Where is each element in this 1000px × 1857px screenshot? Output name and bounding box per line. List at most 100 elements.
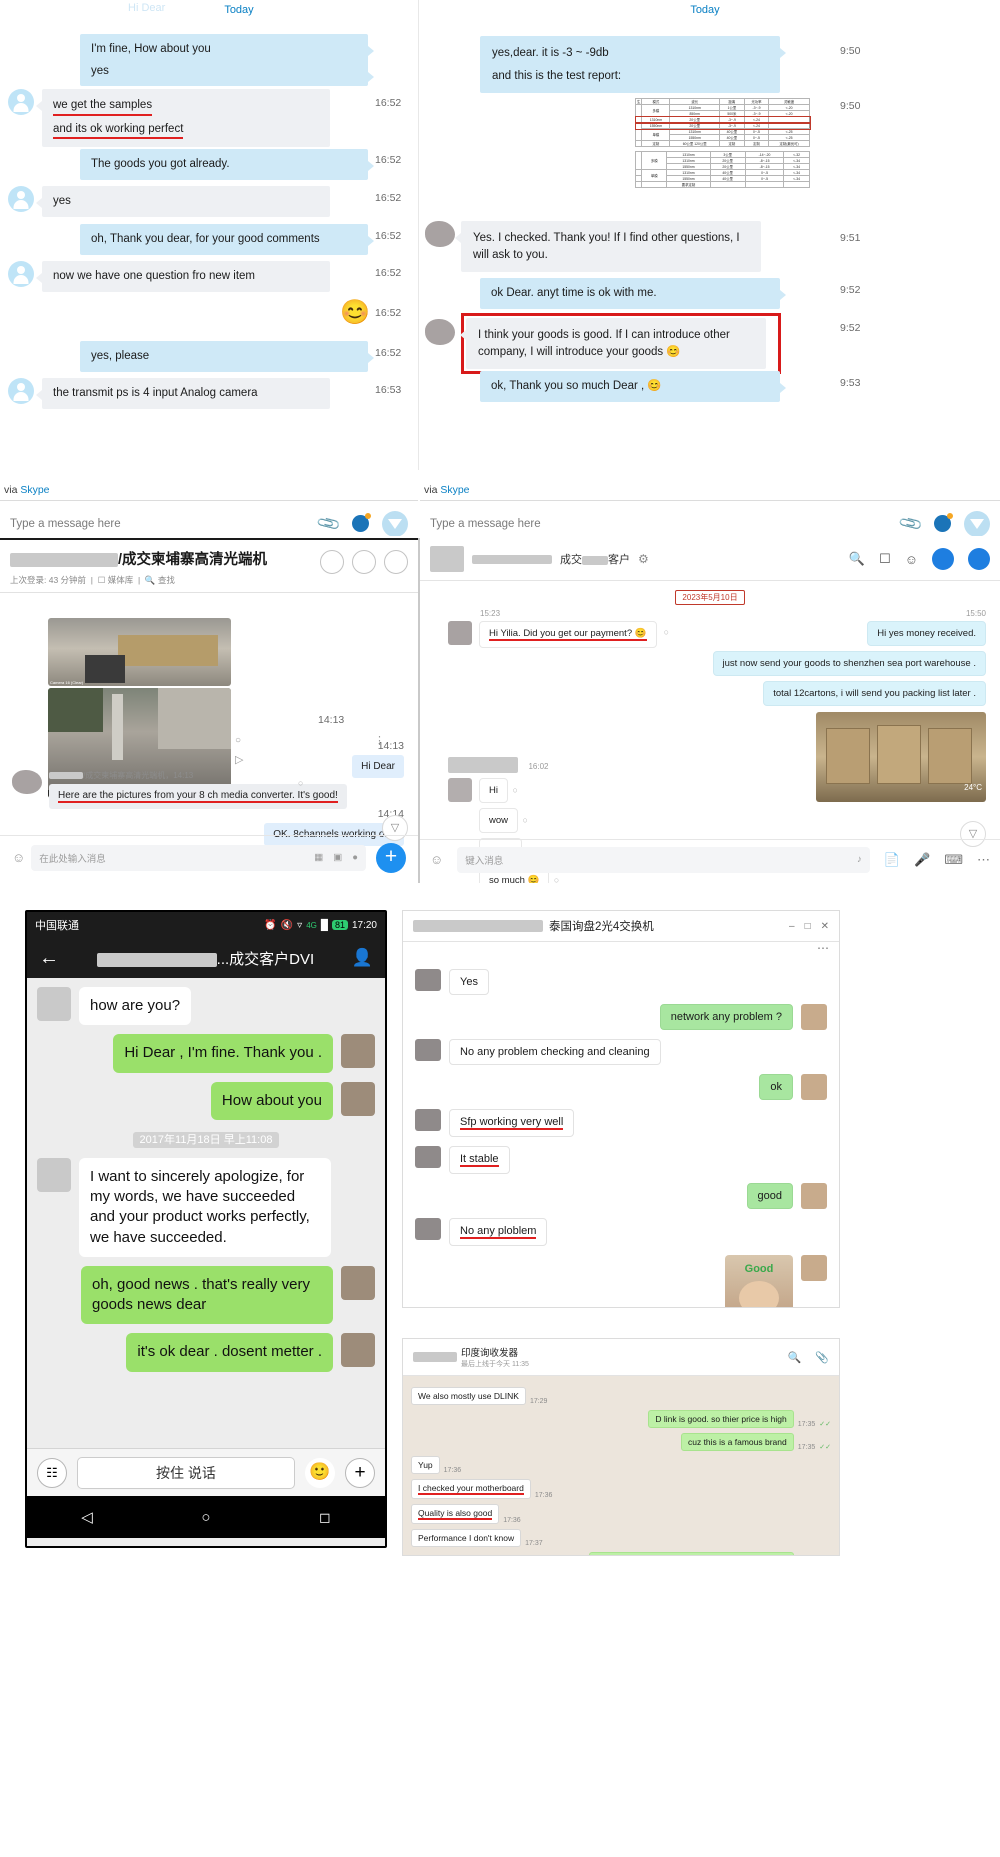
- list-item: Yup 17:36: [411, 1456, 831, 1474]
- back-triangle-icon[interactable]: ◁: [81, 1508, 93, 1526]
- keyboard-grid-icon[interactable]: ☷: [37, 1457, 67, 1488]
- attach-icon[interactable]: 📎: [897, 510, 925, 536]
- bubble-line: yes,dear. it is -3 ~ -9db: [492, 47, 609, 59]
- message-input[interactable]: 在此处输入消息 ▦ ▣ ●: [31, 844, 366, 871]
- image-icon[interactable]: ▦: [314, 852, 323, 863]
- wechat-input-row[interactable]: ☺ 键入消息 ♪ 📄 🎤 ⌨ ⋯: [420, 839, 1000, 879]
- avatar: [801, 1074, 827, 1100]
- maximize-icon[interactable]: □: [805, 921, 811, 932]
- back-arrow-icon[interactable]: ←: [39, 947, 59, 970]
- skype-link[interactable]: Skype: [20, 484, 49, 496]
- bubble-action-icon[interactable]: ○: [298, 778, 303, 788]
- timestamp: 17:35: [797, 1444, 816, 1451]
- close-icon[interactable]: ✕: [821, 921, 829, 932]
- message-input[interactable]: 键入消息 ♪: [457, 846, 870, 873]
- contact-icon[interactable]: 👤: [352, 948, 373, 968]
- qq-input-row[interactable]: ☺ 在此处输入消息 ▦ ▣ ● +: [0, 835, 418, 879]
- list-item: Thank you so much for your good comments…: [411, 1552, 831, 1555]
- recents-square-icon[interactable]: ◻: [319, 1509, 331, 1526]
- list-item: Performance I don't know 17:37: [411, 1529, 831, 1547]
- emoji-icon[interactable]: [934, 513, 953, 532]
- message-input-row[interactable]: Type a message here 📎: [0, 500, 418, 536]
- voice-call-icon[interactable]: [352, 550, 376, 574]
- conversation-title: 印度询收发器: [461, 1348, 519, 1359]
- chat-bubble: yes: [36, 186, 330, 217]
- highlight-box: I think your goods is good. If I can int…: [460, 313, 781, 375]
- redacted-name: [472, 554, 552, 564]
- search-icon[interactable]: 🔍: [788, 1351, 802, 1364]
- hold-to-talk-button[interactable]: 按住 说话: [77, 1456, 295, 1489]
- search-icon[interactable]: 🔍: [145, 575, 156, 585]
- location-icon[interactable]: ●: [352, 852, 358, 863]
- underlined-text: I checked your motherboard: [418, 1483, 524, 1495]
- more-icon[interactable]: ⋯: [977, 852, 990, 868]
- emoji-icon[interactable]: 🙂: [305, 1457, 335, 1488]
- video-icon[interactable]: [932, 548, 954, 570]
- keyboard-icon[interactable]: ⌨: [944, 852, 963, 868]
- signal-bars-icon: █: [320, 919, 328, 931]
- list-item: network any problem ?: [415, 1004, 827, 1030]
- card-icon[interactable]: ▣: [333, 852, 342, 863]
- file-icon[interactable]: 📄: [884, 852, 900, 868]
- add-person-icon[interactable]: [384, 550, 408, 574]
- message-input[interactable]: Type a message here: [10, 518, 121, 530]
- underlined-text: Hi Yilia. Did you get our payment? 😊: [489, 628, 647, 641]
- bubble-action-icon[interactable]: ○: [522, 815, 527, 825]
- voice-icon[interactable]: ♪: [857, 854, 862, 865]
- bubble-action-icon[interactable]: ○: [512, 785, 517, 795]
- plus-icon[interactable]: +: [345, 1457, 375, 1488]
- day-separator: Today: [690, 4, 720, 16]
- list-item: ok: [415, 1074, 827, 1100]
- message-input-row[interactable]: Type a message here 📎: [420, 500, 1000, 536]
- mic-icon[interactable]: 🎤: [914, 852, 930, 868]
- emoji-icon[interactable]: [352, 513, 371, 532]
- india-header: 印度询收发器 最后上线于今天 11:35 🔍 📎: [403, 1339, 839, 1376]
- video-call-icon[interactable]: [320, 550, 344, 574]
- attach-icon[interactable]: 📎: [315, 510, 343, 536]
- avatar: [415, 1039, 441, 1061]
- home-circle-icon[interactable]: ○: [201, 1509, 210, 1526]
- battery-badge: 81: [331, 920, 348, 930]
- qq-header: /成交柬埔寨高清光端机 上次登录: 43 分钟前 | ☐ 媒体库 | 🔍 查找: [0, 540, 418, 593]
- avatar: [341, 1265, 375, 1300]
- baby-good-sticker[interactable]: Good: [725, 1255, 793, 1307]
- forward-icon[interactable]: ▷: [235, 753, 243, 766]
- avatar: [8, 378, 34, 404]
- screenshot-icon[interactable]: ☐: [879, 551, 891, 567]
- reply-icon[interactable]: ○: [235, 735, 241, 746]
- conversation-title: 泰国询盘2光4交换机: [549, 921, 654, 933]
- skype-link[interactable]: Skype: [440, 484, 469, 496]
- media-library-icon[interactable]: ☐: [98, 575, 106, 585]
- redacted-name: [96, 952, 217, 967]
- send-icon[interactable]: [964, 510, 990, 536]
- avatar: [415, 1146, 441, 1168]
- clock-label: 17:20: [351, 919, 377, 931]
- attach-icon[interactable]: 📎: [815, 1351, 829, 1364]
- test-report-image[interactable]: 生模式 波长 距离 光功率 灵敏度 多模 1310nm 1公里 -3~-9 <-20 850nm…: [634, 98, 811, 188]
- skype-panel-right: Today yes,dear. it is -3 ~ -9db and this…: [420, 0, 1000, 470]
- chat-bubble: Hi Dear: [352, 755, 404, 778]
- search-icon[interactable]: 🔍: [849, 551, 865, 567]
- plus-button[interactable]: +: [376, 842, 406, 873]
- send-icon[interactable]: [382, 510, 408, 536]
- chat-bubble: Performance I don't know: [411, 1529, 522, 1547]
- cartons-photo[interactable]: 24°C: [816, 712, 986, 802]
- bubble-action-icon[interactable]: ○: [664, 627, 669, 637]
- camera-screenshot-1[interactable]: Camera 16 (Clear): [48, 618, 231, 686]
- emoji-icon[interactable]: ☺: [12, 850, 25, 865]
- chat-bubble: No any ploblem: [449, 1218, 548, 1246]
- phone-icon[interactable]: [968, 548, 990, 570]
- phone-input-bar[interactable]: ☷ 按住 说话 🙂 +: [27, 1448, 385, 1496]
- chat-bubble: I checked your motherboard: [411, 1479, 531, 1499]
- add-member-icon[interactable]: ☺: [905, 552, 918, 567]
- chat-bubble: ok Dear. anyt time is ok with me.: [480, 278, 786, 309]
- underlined-text: we get the samples: [53, 97, 153, 116]
- timestamp: 9:50: [840, 100, 861, 112]
- emoji-icon[interactable]: ☺: [430, 852, 443, 867]
- gear-icon[interactable]: ⚙: [638, 552, 649, 566]
- minimize-icon[interactable]: –: [789, 921, 795, 932]
- message-input[interactable]: Type a message here: [430, 518, 541, 530]
- redacted-avatar: [430, 546, 464, 572]
- avatar: [415, 969, 441, 991]
- more-icon[interactable]: ⋯: [817, 941, 829, 955]
